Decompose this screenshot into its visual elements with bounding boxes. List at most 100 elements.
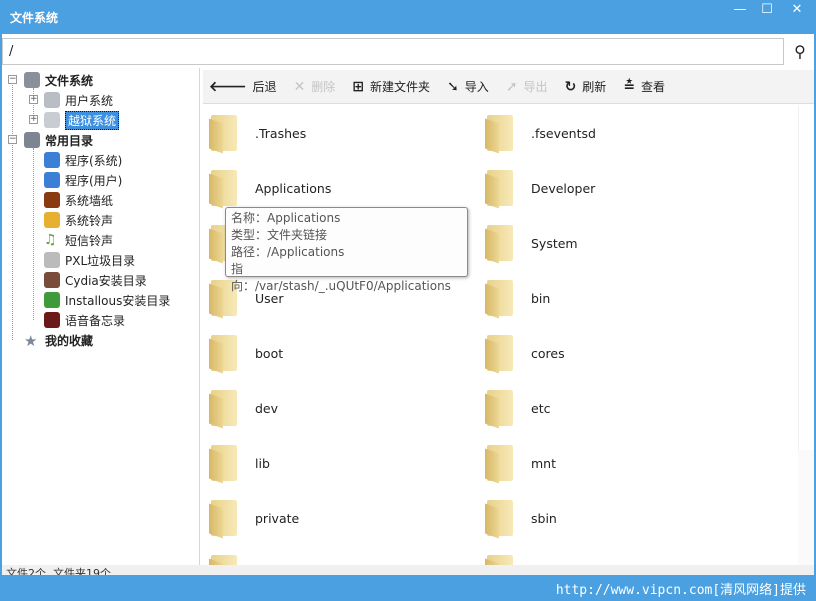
folder-item[interactable]: System — [483, 223, 578, 263]
tree-node-apps-system[interactable]: 程序(系统) — [44, 151, 122, 169]
node-label: 程序(系统) — [65, 153, 123, 168]
folder-icon — [207, 113, 241, 153]
minimize-button[interactable]: — — [726, 2, 754, 20]
folder-item[interactable]: etc — [483, 388, 550, 428]
folder-item[interactable]: sbin — [483, 498, 557, 538]
export-arrow-icon: ➚ — [505, 78, 518, 95]
tree-node-favorites[interactable]: ★ 我的收藏 — [24, 331, 94, 350]
folder-item[interactable]: private — [207, 498, 299, 538]
new-folder-button[interactable]: ⊞ 新建文件夹 — [352, 78, 430, 95]
folder-icon — [207, 168, 241, 208]
drive-icon — [44, 112, 60, 128]
folder-icon — [207, 388, 241, 428]
status-bar: 文件2个, 文件夹19个 — [2, 565, 814, 575]
folder-name: private — [255, 510, 300, 526]
scrollbar[interactable] — [798, 105, 814, 565]
folder-name: Developer — [531, 180, 596, 196]
back-button[interactable]: 🡐 后退 — [209, 78, 277, 95]
label: 导出 — [523, 80, 548, 94]
folder-icon — [483, 388, 517, 428]
label: 刷新 — [582, 80, 607, 94]
node-label: 越狱系统 — [65, 110, 120, 130]
folder-icon — [483, 168, 517, 208]
folder-item[interactable]: mnt — [483, 443, 556, 483]
refresh-button[interactable]: ↻ 刷新 — [565, 78, 607, 95]
folder-name: etc — [531, 400, 551, 416]
folder-icon — [483, 553, 517, 565]
folder-name: sbin — [531, 510, 557, 526]
tree-node-cydia[interactable]: Cydia安装目录 — [44, 271, 147, 289]
folder-icon — [483, 498, 517, 538]
folder-item[interactable]: Developer — [483, 168, 595, 208]
app-store-icon — [44, 172, 60, 188]
folder-item[interactable]: .fseventsd — [483, 113, 596, 153]
drive-icon — [44, 92, 60, 108]
maximize-button[interactable]: ☐ — [753, 2, 781, 20]
folder-item[interactable]: cores — [483, 333, 565, 373]
tree-node-pxl-trash[interactable]: PXL垃圾目录 — [44, 251, 135, 269]
collapse-toggle[interactable]: − — [8, 75, 17, 84]
node-label: 文件系统 — [45, 73, 94, 88]
music-note-icon: ♫ — [44, 232, 57, 248]
label: 删除 — [311, 80, 336, 94]
folder-item[interactable]: boot — [207, 333, 283, 373]
import-button[interactable]: ➘ 导入 — [447, 78, 489, 95]
folder-item[interactable] — [207, 553, 255, 565]
folder-item[interactable]: Applications — [207, 168, 331, 208]
tree-node-user-system[interactable]: 用户系统 — [44, 91, 113, 109]
folder-icon — [483, 333, 517, 373]
download-icon — [44, 292, 60, 308]
folder-name: mnt — [531, 455, 556, 471]
tree-node-ringtones[interactable]: 系统铃声 — [44, 211, 113, 229]
refresh-icon: ↻ — [564, 78, 577, 95]
app-store-icon — [44, 152, 60, 168]
tree-node-filesystem[interactable]: 文件系统 — [24, 71, 93, 89]
node-label: 常用目录 — [45, 133, 94, 148]
search-icon[interactable]: ⚲ — [786, 38, 814, 65]
tree-node-common[interactable]: 常用目录 — [24, 131, 93, 149]
tree-node-jailbreak-system[interactable]: 越狱系统 — [44, 110, 120, 130]
import-arrow-icon: ➘ — [447, 78, 459, 95]
node-label: Cydia安装目录 — [65, 273, 147, 288]
folder-item[interactable]: bin — [483, 278, 550, 318]
export-button[interactable]: ➚ 导出 — [506, 78, 548, 95]
tooltip-target: /var/stash/_.uQUtF0/Applications — [255, 279, 451, 293]
folder-name: boot — [255, 345, 284, 361]
node-label: 我的收藏 — [45, 333, 94, 348]
star-icon: ★ — [24, 332, 38, 350]
voice-memo-icon — [44, 312, 60, 328]
folder-icon — [207, 333, 241, 373]
tree-node-wallpaper[interactable]: 系统墙纸 — [44, 191, 113, 209]
folder-item[interactable] — [483, 553, 531, 565]
delete-button[interactable]: ✕ 删除 — [294, 78, 336, 95]
view-button[interactable]: ≛ 查看 — [623, 78, 665, 95]
label: 后退 — [252, 80, 277, 94]
new-folder-icon: ⊞ — [352, 78, 365, 95]
tree-node-voice-memos[interactable]: 语音备忘录 — [44, 311, 125, 329]
folder-name: System — [531, 235, 578, 251]
label: 导入 — [464, 80, 489, 94]
expand-toggle[interactable]: + — [29, 95, 38, 104]
x-icon: ✕ — [293, 78, 306, 95]
tree-node-apps-user[interactable]: 程序(用户) — [44, 171, 122, 189]
tree-node-installous[interactable]: Installous安装目录 — [44, 291, 170, 309]
label: 新建文件夹 — [370, 80, 431, 94]
folder-name: bin — [531, 290, 551, 306]
node-label: 短信铃声 — [65, 233, 114, 248]
folder-name: Applications — [255, 180, 332, 196]
folder-item[interactable]: dev — [207, 388, 278, 428]
collapse-toggle[interactable]: − — [8, 135, 17, 144]
folder-icon — [483, 443, 517, 483]
path-input[interactable]: / — [2, 38, 784, 65]
node-label: Installous安装目录 — [65, 293, 171, 308]
folder-item[interactable]: lib — [207, 443, 270, 483]
folder-name: .fseventsd — [531, 125, 596, 141]
scrollbar-thumb[interactable] — [798, 105, 814, 450]
expand-toggle[interactable]: + — [29, 115, 38, 124]
view-list-icon: ≛ — [623, 78, 636, 95]
tooltip-label: 路径： — [231, 245, 268, 259]
close-button[interactable]: ✕ — [783, 2, 811, 20]
tooltip-name: Applications — [267, 211, 341, 225]
tree-node-sms-tones[interactable]: ♫ 短信铃声 — [44, 231, 113, 249]
folder-item[interactable]: .Trashes — [207, 113, 306, 153]
